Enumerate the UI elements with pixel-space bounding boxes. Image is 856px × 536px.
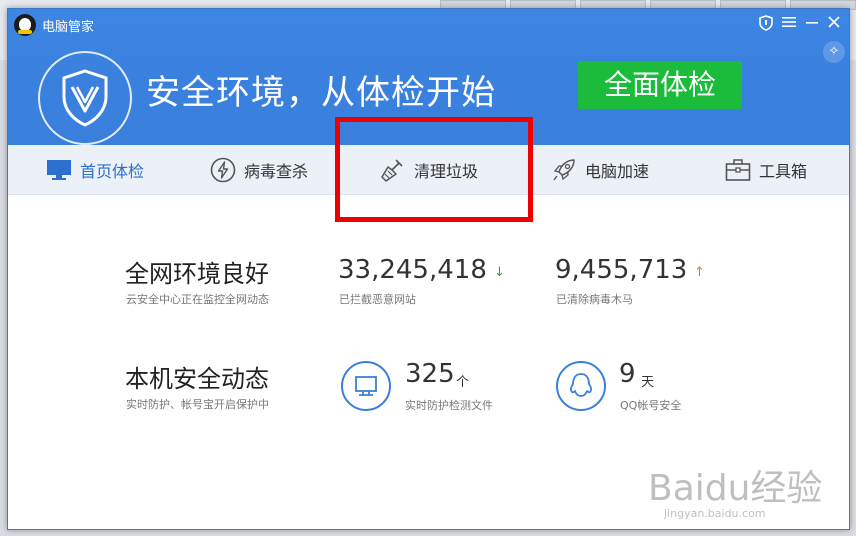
nav-toolbox[interactable]: 工具箱 [725,145,807,195]
headline: 安全环境，从体检开始 [146,73,496,113]
minimize-icon[interactable] [803,15,821,33]
nav-label: 电脑加速 [585,162,650,181]
shield-badge-icon[interactable] [757,15,775,33]
lightning-icon [210,157,236,183]
qq-penguin-icon [14,14,36,36]
pc-manager-window: 电脑管家 ✧ 安全环境，从体检开始 全面体检 首页体检 病毒查杀 清理垃圾 电脑… [7,8,850,530]
nav-label: 病毒查杀 [244,162,309,181]
scanned-files-count: 325 [405,359,455,389]
local-status-title: 本机安全动态 [125,365,269,393]
blocked-sites-label: 已拦截恶意网站 [339,293,416,306]
qq-safe-days: 9 [619,359,636,389]
full-scan-button[interactable]: 全面体检 [578,61,742,109]
network-status-subtitle: 云安全中心正在监控全网动态 [126,293,269,306]
local-status-subtitle: 实时防护、帐号宝开启保护中 [126,398,269,411]
title-bar[interactable]: 电脑管家 [8,9,849,39]
realtime-protection-icon [341,361,391,411]
nav-speed-up[interactable]: 电脑加速 [551,145,649,195]
shield-logo-icon [38,51,132,145]
close-icon[interactable] [825,15,843,33]
sparkle-icon[interactable]: ✧ [823,41,845,63]
baidu-watermark: Baidu经验 jingyan.baidu.com [648,459,823,520]
arrow-down-icon: ↓ [494,265,505,280]
cleared-virus-label: 已清除病毒木马 [556,293,633,306]
rocket-icon [553,159,575,181]
scanned-files-label: 实时防护检测文件 [405,399,493,412]
toolbox-icon [725,159,751,181]
qq-account-icon [556,361,606,411]
nav-virus-scan[interactable]: 病毒查杀 [210,145,308,195]
nav-label: 首页体检 [80,162,145,181]
menu-icon[interactable] [780,15,798,33]
watermark-text: Baidu经验 [648,468,823,509]
qq-safe-label: QQ帐号安全 [620,399,682,412]
arrow-up-icon: ↑ [694,265,705,280]
nav-label: 工具箱 [759,162,808,181]
cleared-virus-count: 9,455,713 [555,255,688,285]
monitor-icon [47,160,71,180]
highlight-annotation-box [335,117,533,222]
network-status-title: 全网环境良好 [125,260,269,288]
nav-home-checkup[interactable]: 首页体检 [46,145,144,195]
scanned-files-unit: 个 [456,375,470,390]
blocked-sites-count: 33,245,418 [338,255,487,285]
watermark-url: jingyan.baidu.com [664,507,766,520]
app-title: 电脑管家 [42,20,95,35]
qq-safe-days-unit: 天 [641,375,655,390]
